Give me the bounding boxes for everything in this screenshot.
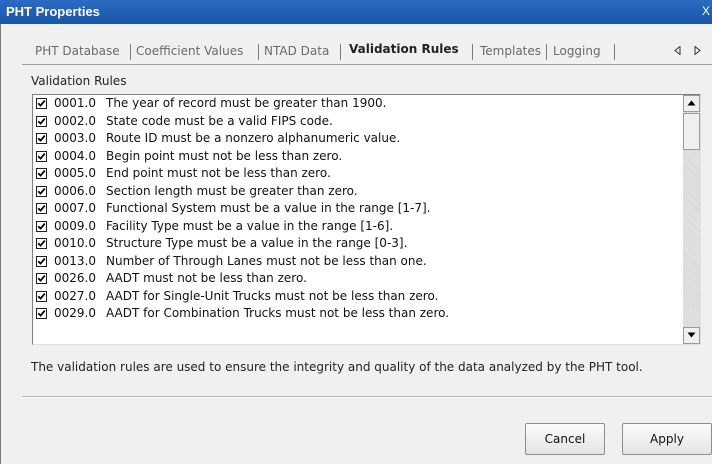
rule-description: AADT for Combination Trucks must not be … — [106, 306, 450, 320]
rule-row[interactable]: 0006.0 Section length must be greater tha… — [33, 183, 677, 201]
rule-checkbox[interactable] — [36, 98, 47, 109]
scroll-up-button[interactable] — [683, 95, 700, 112]
scroll-thumb[interactable] — [683, 113, 700, 150]
rule-description: End point must not be less than zero. — [106, 166, 331, 180]
validation-rules-list[interactable]: 0001.0 The year of record must be greater… — [32, 94, 701, 345]
rule-checkbox[interactable] — [36, 220, 47, 232]
rule-checkbox[interactable] — [36, 308, 47, 319]
tab-templates[interactable]: Templates — [480, 44, 541, 58]
tab-separator — [258, 44, 259, 60]
checkmark-icon — [37, 187, 46, 195]
checkmark-icon — [37, 240, 46, 247]
tab-separator — [614, 44, 615, 60]
rule-description: State code must be a valid FIPS code. — [106, 113, 333, 128]
checkmark-icon — [37, 275, 46, 282]
scroll-down-button[interactable] — [683, 327, 700, 344]
tab-strip: PHT Database Coefficient Values NTAD Dat… — [22, 41, 712, 63]
rule-description: AADT must not be less than zero. — [106, 271, 307, 285]
tab-pht-database[interactable]: PHT Database — [35, 44, 120, 58]
rule-code: 0005.0 — [54, 166, 96, 180]
rule-code: 0004.0 — [54, 148, 96, 163]
tab-logging[interactable]: Logging — [553, 44, 601, 58]
rule-description: Route ID must be a nonzero alphanumeric … — [106, 131, 401, 145]
rule-code: 0006.0 — [54, 183, 96, 198]
rule-row[interactable]: 0009.0 Facility Type must be a value in t… — [33, 218, 677, 236]
checkmark-icon — [37, 100, 46, 107]
rule-description: Number of Through Lanes must not be less… — [106, 253, 427, 268]
rule-row[interactable]: 0007.0 Functional System must be a value … — [33, 200, 677, 218]
rule-row[interactable]: 0001.0 The year of record must be greater… — [33, 95, 677, 113]
rule-code: 0003.0 — [54, 131, 96, 145]
rule-row[interactable]: 0027.0 AADT for Single-Unit Trucks must n… — [33, 288, 677, 306]
triangle-right-icon[interactable] — [694, 45, 701, 58]
rule-checkbox[interactable] — [36, 255, 47, 267]
panel-divider-highlight — [22, 397, 712, 398]
rule-row[interactable]: 0029.0 AADT for Combination Trucks must n… — [33, 305, 677, 323]
rule-checkbox[interactable] — [36, 150, 47, 162]
rule-code: 0007.0 — [54, 201, 96, 215]
rule-row[interactable]: 0005.0 End point must not be less than ze… — [33, 165, 677, 183]
checkmark-icon — [37, 222, 46, 230]
rule-description: Section length must be greater than zero… — [106, 183, 358, 198]
checkmark-icon — [37, 117, 46, 125]
rule-code: 0001.0 — [54, 96, 96, 110]
rule-checkbox[interactable] — [36, 238, 47, 249]
properties-window: PHT Properties X PHT Database Coefficien… — [0, 0, 712, 464]
rule-description: Functional System must be a value in the… — [106, 201, 431, 215]
close-icon[interactable]: X — [702, 4, 710, 18]
rule-code: 0013.0 — [54, 253, 96, 268]
rule-row[interactable]: 0010.0 Structure Type must be a value in … — [33, 235, 677, 253]
tab-separator — [472, 44, 473, 60]
rule-checkbox[interactable] — [36, 168, 47, 179]
checkmark-icon — [37, 310, 46, 317]
rule-row[interactable]: 0026.0 AADT must not be less than zero. — [33, 270, 677, 288]
checkmark-icon — [37, 292, 46, 300]
title-bar[interactable]: PHT Properties X — [0, 0, 712, 24]
rule-row[interactable]: 0004.0 Begin point must not be less than … — [33, 148, 677, 166]
rules-description: The validation rules are used to ensure … — [31, 360, 643, 374]
arrow-down-icon — [687, 332, 696, 338]
rule-description: The year of record must be greater than … — [106, 96, 387, 110]
rule-description: Facility Type must be a value in the ran… — [106, 218, 394, 233]
vertical-scrollbar[interactable] — [683, 95, 700, 344]
apply-button[interactable]: Apply — [622, 423, 712, 455]
rule-code: 0029.0 — [54, 306, 96, 320]
tab-coefficient-values[interactable]: Coefficient Values — [136, 44, 243, 58]
tab-separator — [340, 44, 341, 60]
checkmark-icon — [37, 152, 46, 160]
rule-description: Structure Type must be a value in the ra… — [106, 236, 408, 250]
checkmark-icon — [37, 135, 46, 142]
tab-separator — [130, 44, 131, 60]
rule-checkbox[interactable] — [36, 290, 47, 302]
tab-validation-rules[interactable]: Validation Rules — [349, 42, 459, 56]
rule-code: 0027.0 — [54, 288, 96, 303]
rule-code: 0010.0 — [54, 236, 96, 250]
tab-separator — [546, 44, 547, 60]
checkmark-icon — [37, 170, 46, 177]
arrow-up-icon — [687, 100, 696, 106]
tab-underline — [22, 64, 712, 65]
rules-rows: 0001.0 The year of record must be greater… — [33, 95, 677, 323]
cancel-button[interactable]: Cancel — [525, 423, 605, 455]
window-border — [0, 24, 1, 464]
checkmark-icon — [37, 257, 46, 265]
rule-row[interactable]: 0013.0 Number of Through Lanes must not b… — [33, 253, 677, 271]
rule-checkbox[interactable] — [36, 185, 47, 197]
rule-checkbox[interactable] — [36, 115, 47, 127]
triangle-left-icon[interactable] — [674, 45, 681, 58]
rule-row[interactable]: 0002.0 State code must be a valid FIPS co… — [33, 113, 677, 131]
tab-ntad-data[interactable]: NTAD Data — [264, 44, 329, 58]
rule-checkbox[interactable] — [36, 133, 47, 144]
rule-code: 0009.0 — [54, 218, 96, 233]
rule-code: 0026.0 — [54, 271, 96, 285]
rule-checkbox[interactable] — [36, 203, 47, 214]
checkmark-icon — [37, 205, 46, 212]
rule-description: Begin point must not be less than zero. — [106, 148, 343, 163]
rule-description: AADT for Single-Unit Trucks must not be … — [106, 288, 439, 303]
rule-code: 0002.0 — [54, 113, 96, 128]
validation-rules-label: Validation Rules — [31, 74, 127, 88]
rule-row[interactable]: 0003.0 Route ID must be a nonzero alphanu… — [33, 130, 677, 148]
rule-checkbox[interactable] — [36, 273, 47, 284]
window-title: PHT Properties — [6, 4, 100, 19]
